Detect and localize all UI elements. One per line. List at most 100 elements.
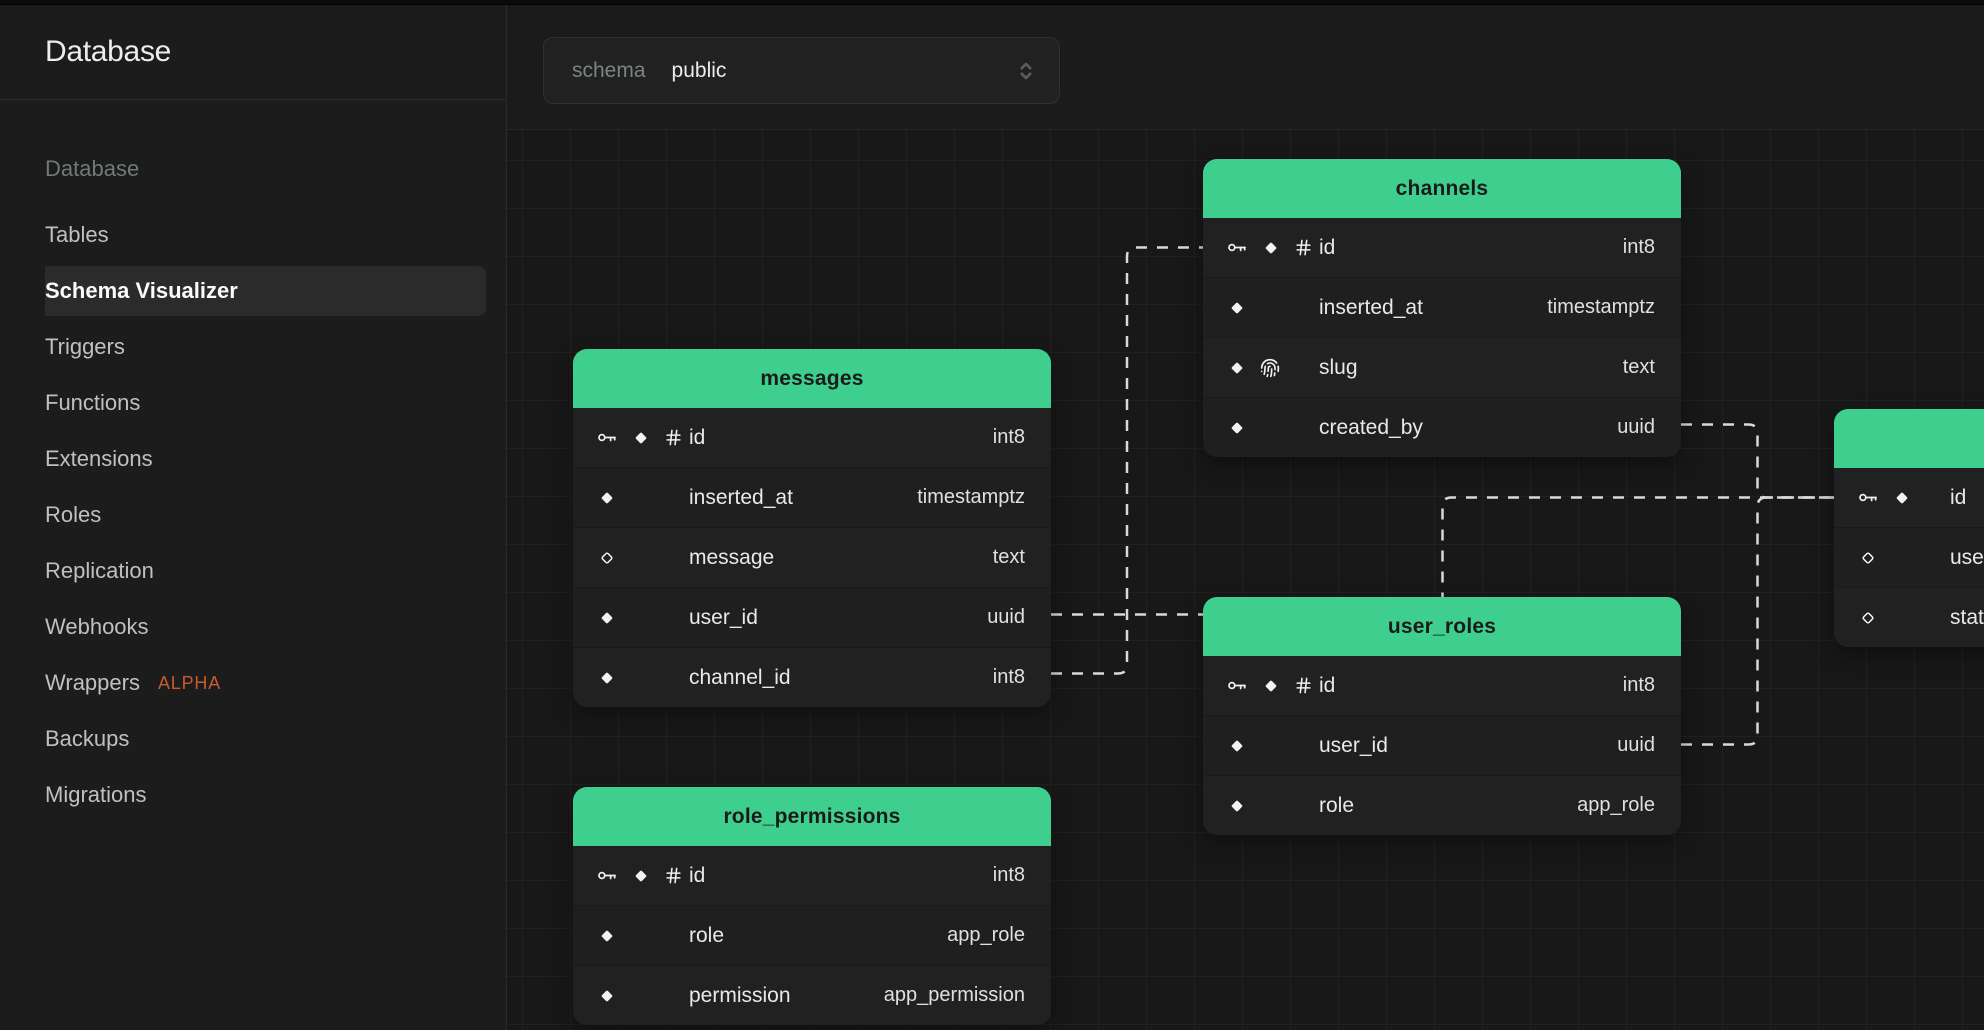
column-icons: [1227, 736, 1319, 756]
column-row-messages-channel_id: channel_idint8: [573, 647, 1051, 707]
diamond-filled-icon: [1227, 358, 1247, 378]
column-row-messages-id: idint8: [573, 408, 1051, 467]
sidebar-item-label: Backups: [45, 726, 129, 752]
column-name: created_by: [1319, 416, 1423, 440]
column-row-role_permissions-role: role app_role: [573, 905, 1051, 965]
schema-canvas[interactable]: messagesidint8inserted_attimestamptzmess…: [507, 130, 1984, 1030]
column-row-channels-created_by: created_by uuid: [1203, 397, 1681, 457]
diamond-filled-icon: [1227, 796, 1247, 816]
sidebar-section-label: Database: [0, 141, 506, 197]
column-name: permission: [689, 984, 791, 1008]
column-name: user_id: [1319, 734, 1388, 758]
diamond-outline-icon: [1858, 608, 1878, 628]
diamond-filled-icon: [631, 866, 651, 886]
column-icons: [1227, 418, 1319, 438]
column-type: uuid: [1617, 734, 1681, 757]
sidebar-item-extensions[interactable]: Extensions: [20, 431, 486, 487]
column-icons: [597, 548, 689, 568]
edge-user_roles.user_id-to-users.id: [1681, 498, 1834, 745]
column-row-messages-user_id: user_iduuid: [573, 587, 1051, 647]
sidebar-item-label: Triggers: [45, 334, 125, 360]
column-icons: [1858, 608, 1950, 628]
column-icons: [597, 608, 689, 628]
column-icons: [597, 488, 689, 508]
column-row-channels-inserted_at: inserted_attimestamptz: [1203, 277, 1681, 337]
column-icons: [1858, 548, 1950, 568]
column-name: status: [1950, 606, 1984, 630]
column-name: role: [689, 924, 724, 948]
key-icon: [1227, 237, 1248, 258]
sidebar-item-label: Tables: [45, 222, 109, 248]
sidebar-item-roles[interactable]: Roles: [20, 487, 486, 543]
diamond-filled-icon: [1227, 298, 1247, 318]
column-name: id: [1319, 236, 1335, 260]
schema-select[interactable]: schema public: [543, 37, 1060, 104]
column-type: int8: [993, 666, 1051, 689]
diamond-filled-icon: [1261, 238, 1281, 258]
table-node-channels[interactable]: channelsidint8inserted_attimestamptzslug…: [1203, 159, 1681, 457]
column-row-channels-id: id int8: [1203, 218, 1681, 277]
diamond-filled-icon: [1892, 488, 1912, 508]
column-name: slug: [1319, 356, 1358, 380]
column-row-role_permissions-id: id int8: [573, 846, 1051, 905]
edge-channels.created_by-to-users.id: [1681, 425, 1834, 498]
sidebar-item-wrappers[interactable]: Wrappers ALPHA: [20, 655, 486, 711]
edge-messages.channel_id-to-channels.id: [1051, 248, 1203, 674]
alpha-badge: ALPHA: [158, 673, 221, 694]
column-type: app_role: [947, 924, 1051, 947]
sidebar-item-webhooks[interactable]: Webhooks: [20, 599, 486, 655]
sidebar-item-schema-visualizer[interactable]: Schema Visualizer: [20, 263, 486, 319]
column-icons: [1227, 298, 1319, 318]
sidebar-item-replication[interactable]: Replication: [20, 543, 486, 599]
column-row-users-id: id: [1834, 468, 1984, 527]
table-header: channels: [1203, 159, 1681, 218]
table-header: role_permissions: [573, 787, 1051, 846]
column-icons: [1227, 675, 1319, 696]
column-type: text: [1623, 356, 1681, 379]
key-icon: [597, 865, 618, 886]
column-icons: [597, 986, 689, 1006]
hash-icon: [664, 866, 683, 885]
table-node-role_permissions[interactable]: role_permissionsid int8 role app_rolepermis…: [573, 787, 1051, 1025]
column-type: app_role: [1577, 794, 1681, 817]
table-node-user_roles[interactable]: user_rolesidint8user_iduuidroleapp_role: [1203, 597, 1681, 835]
column-name: id: [689, 864, 705, 888]
chevrons-up-down-icon: [1013, 58, 1039, 84]
column-row-messages-message: message text: [573, 527, 1051, 587]
sidebar-item-triggers[interactable]: Triggers: [20, 319, 486, 375]
table-header: users: [1834, 409, 1984, 468]
column-icons: [1227, 358, 1319, 378]
sidebar-item-functions[interactable]: Functions: [20, 375, 486, 431]
column-name: id: [689, 426, 705, 450]
column-type: uuid: [1617, 416, 1681, 439]
diamond-filled-icon: [597, 608, 617, 628]
column-type: text: [993, 546, 1051, 569]
sidebar-item-backups[interactable]: Backups: [20, 711, 486, 767]
column-type: int8: [1623, 236, 1681, 259]
column-type: int8: [993, 864, 1051, 887]
diamond-filled-icon: [1227, 418, 1247, 438]
table-title: channels: [1396, 177, 1489, 201]
hash-icon: [664, 428, 683, 447]
column-name: id: [1950, 486, 1966, 510]
table-header: messages: [573, 349, 1051, 408]
schema-toolbar: schema public: [507, 5, 1984, 130]
database-page: Database Database TablesSchema Visualize…: [0, 5, 1984, 1030]
key-icon: [1227, 675, 1248, 696]
column-icons: [1227, 237, 1319, 258]
column-name: message: [689, 546, 774, 570]
diamond-filled-icon: [631, 428, 651, 448]
column-name: username: [1950, 546, 1984, 570]
sidebar-item-tables[interactable]: Tables: [20, 207, 486, 263]
sidebar-item-label: Wrappers: [45, 670, 140, 696]
column-type: timestamptz: [1547, 296, 1681, 319]
table-node-users[interactable]: users id username status: [1834, 409, 1984, 647]
table-title: messages: [760, 367, 863, 391]
table-node-messages[interactable]: messagesidint8inserted_attimestamptzmess…: [573, 349, 1051, 707]
column-row-messages-inserted_at: inserted_attimestamptz: [573, 467, 1051, 527]
column-icons: [597, 427, 689, 448]
sidebar-item-label: Schema Visualizer: [45, 278, 238, 304]
column-row-channels-slug: slug text: [1203, 337, 1681, 397]
sidebar-item-migrations[interactable]: Migrations: [20, 767, 486, 823]
key-icon: [597, 427, 618, 448]
